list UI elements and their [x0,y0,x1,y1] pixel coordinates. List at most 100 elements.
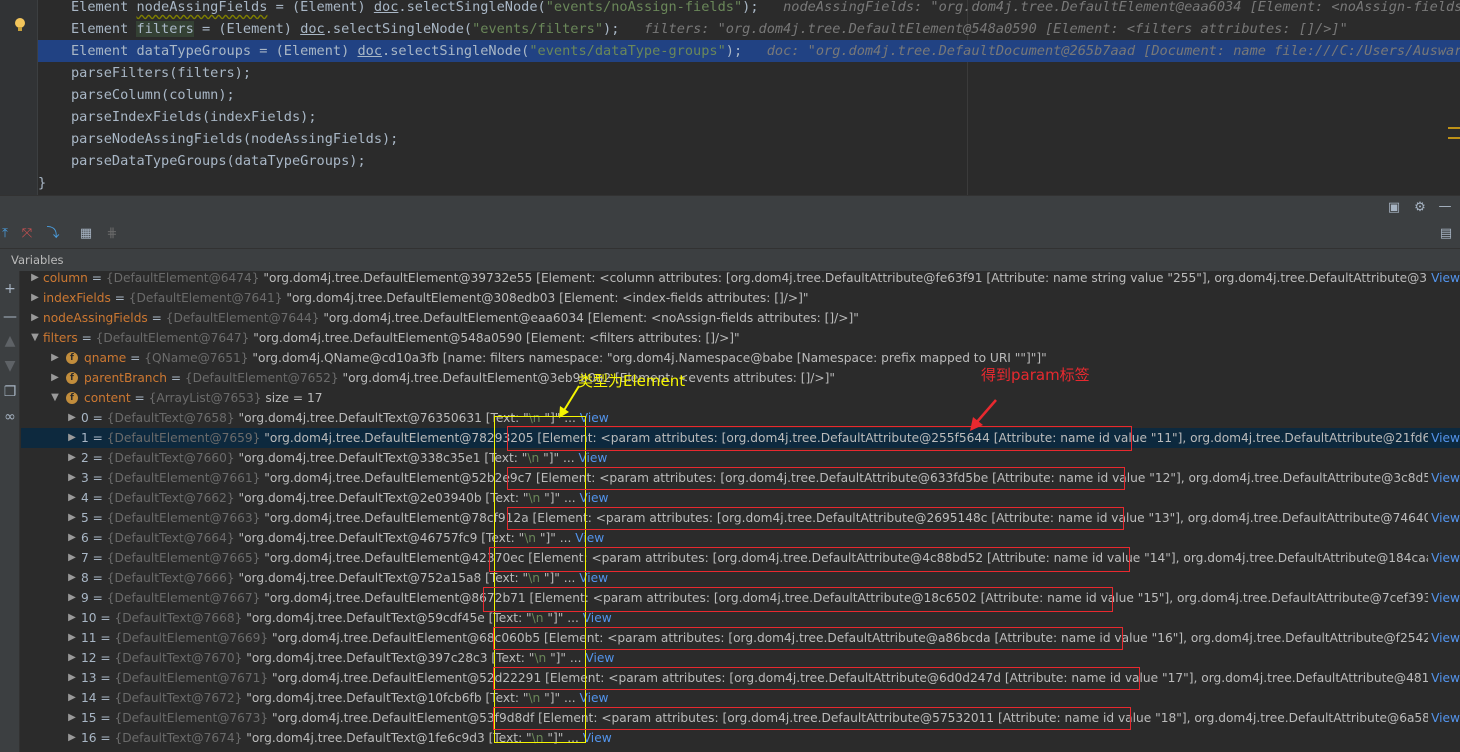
copy-icon[interactable]: ❐ [2,384,18,400]
expand-arrow-icon[interactable]: ▶ [66,408,78,428]
code-line-9[interactable]: } [38,172,1460,194]
red-box-param-18 [493,707,1131,730]
variable-type: {QName@7651} [144,351,249,365]
variable-name: nodeAssingFields [43,311,148,325]
collapse-arrow-icon[interactable]: ▼ [29,328,41,348]
variable-row[interactable]: ▶ column = {DefaultElement@6474} "org.dom… [21,271,1460,288]
move-down-icon[interactable]: ▼ [2,358,18,374]
array-item-row[interactable]: ▶ 4 = {DefaultText@7662} "org.dom4j.tree.… [21,488,1460,508]
variable-type: {DefaultElement@7673} [114,711,269,725]
expand-arrow-icon[interactable]: ▶ [66,708,78,728]
array-item-row[interactable]: ▶ 6 = {DefaultText@7664} "org.dom4j.tree.… [21,528,1460,548]
expand-arrow-icon[interactable]: ▶ [29,271,41,288]
view-link[interactable]: View [1428,708,1460,728]
equals-sign: = [126,351,145,365]
view-link[interactable]: View [1428,468,1460,488]
code-line-7[interactable]: parseNodeAssingFields(nodeAssingFields); [38,128,1460,150]
expand-arrow-icon[interactable]: ▶ [66,428,78,448]
minimize-icon[interactable]: — [1437,199,1453,215]
code-editor[interactable]: Element nodeAssingFields = (Element) doc… [0,0,1460,195]
expand-arrow-icon[interactable]: ▶ [66,688,78,708]
glasses-icon[interactable]: ∞ [2,409,18,425]
scrollbar-marker[interactable] [1448,137,1460,139]
layout-icon[interactable]: ▣ [1386,200,1402,216]
expand-arrow-icon[interactable]: ▶ [66,528,78,548]
equals-sign: = [77,331,96,345]
run-to-cursor-icon[interactable]: ⤵ [45,226,61,242]
view-link[interactable]: View [1428,588,1460,608]
view-link[interactable]: View [585,651,614,665]
array-item-row[interactable]: ▶ 12 = {DefaultText@7670} "org.dom4j.tree… [21,648,1460,668]
view-link[interactable]: View [1428,508,1460,528]
code-line-5[interactable]: parseColumn(column); [38,84,1460,106]
expand-arrow-icon[interactable]: ▶ [29,288,41,308]
inline-value-hint: filters: "org.dom4j.tree.DefaultElement@… [643,21,1348,37]
view-link[interactable]: View [583,611,612,625]
expand-arrow-icon[interactable]: ▶ [49,368,61,388]
variable-row[interactable]: ▼ filters = {DefaultElement@7647} "org.do… [21,328,1460,348]
variable-value: "org.dom4j.tree.DefaultElement@eaa6034 [… [319,311,859,325]
expand-arrow-icon[interactable]: ▶ [66,668,78,688]
variable-value: "org.dom4j.QName@cd10a3fb [name: filters… [248,351,1047,365]
expand-arrow-icon[interactable]: ▶ [66,508,78,528]
expand-arrow-icon[interactable]: ▶ [66,568,78,588]
expand-arrow-icon[interactable]: ▶ [66,648,78,668]
equals-sign: = [88,411,107,425]
expand-arrow-icon[interactable]: ▶ [66,608,78,628]
view-link[interactable]: View [1428,628,1460,648]
expand-arrow-icon[interactable]: ▶ [66,448,78,468]
variable-row[interactable]: ▶ f parentBranch = {DefaultElement@7652} "… [21,368,1460,388]
variable-text: column = {DefaultElement@6474} "org.dom4… [43,271,1460,288]
variable-type: {DefaultText@7666} [106,571,235,585]
view-link[interactable]: View [1428,548,1460,568]
expand-arrow-icon[interactable]: ▶ [49,348,61,368]
red-box-param-14 [489,547,1130,572]
variable-row[interactable]: ▶ nodeAssingFields = {DefaultElement@7644… [21,308,1460,328]
variable-row[interactable]: ▶ f qname = {QName@7651} "org.dom4j.QName@… [21,348,1460,368]
code-keyword: Element [71,21,137,37]
view-link[interactable]: View [1428,668,1460,688]
variable-type: {ArrayList@7653} [148,391,262,405]
drop-frame-icon[interactable]: ⤧ [19,226,35,242]
expand-arrow-icon[interactable]: ▶ [66,468,78,488]
step-out-icon[interactable]: ⤒ [0,226,13,242]
collapse-arrow-icon[interactable]: ▼ [49,388,61,408]
code-line-2[interactable]: Element filters = (Element) doc.selectSi… [38,18,1460,40]
remove-icon[interactable]: — [2,309,18,325]
evaluate-icon[interactable]: ▦ [78,226,94,242]
array-item-row[interactable]: ▶ 14 = {DefaultText@7672} "org.dom4j.tree… [21,688,1460,708]
expand-arrow-icon[interactable]: ▶ [66,488,78,508]
variable-name: filters [43,331,78,345]
code-line-6[interactable]: parseIndexFields(indexFields); [38,106,1460,128]
expand-arrow-icon[interactable]: ▶ [66,548,78,568]
expand-arrow-icon[interactable]: ▶ [29,308,41,328]
expand-arrow-icon[interactable]: ▶ [66,728,78,748]
gear-icon[interactable]: ⚙ [1412,200,1428,216]
code-line-4[interactable]: parseFilters(filters); [38,62,1460,84]
add-watch-icon[interactable]: + [2,281,18,297]
variable-row[interactable]: ▼ f content = {ArrayList@7653} size = 17 [21,388,1460,408]
scrollbar-marker[interactable] [1448,127,1460,129]
expand-arrow-icon[interactable]: ▶ [66,588,78,608]
variable-text: content = {ArrayList@7653} size = 17 [84,388,322,408]
array-item-row[interactable]: ▶ 0 = {DefaultText@7658} "org.dom4j.tree.… [21,408,1460,428]
code-line-current[interactable]: Element dataTypeGroups = (Element) doc.s… [38,40,1460,62]
code-line-8[interactable]: parseDataTypeGroups(dataTypeGroups); [38,150,1460,172]
restore-layout-icon[interactable]: ▤ [1438,226,1454,242]
expand-arrow-icon[interactable]: ▶ [66,628,78,648]
array-item-row[interactable]: ▶ 16 = {DefaultText@7674} "org.dom4j.tree… [21,728,1460,748]
lightbulb-icon[interactable] [15,18,25,32]
array-item-row[interactable]: ▶ 2 = {DefaultText@7660} "org.dom4j.tree.… [21,448,1460,468]
view-link[interactable]: View [1428,428,1460,448]
variable-row[interactable]: ▶ indexFields = {DefaultElement@7641} "or… [21,288,1460,308]
variable-type: {DefaultElement@7644} [165,311,320,325]
move-up-icon[interactable]: ▲ [2,333,18,349]
yellow-highlight-box [494,416,586,743]
code-line-1[interactable]: Element nodeAssingFields = (Element) doc… [38,0,1460,18]
view-link[interactable]: View [583,731,612,745]
trace-icon[interactable]: ⋕ [104,226,120,242]
code-string: "events/filters" [472,21,604,37]
variable-name: 7 [81,551,89,565]
variable-name: 4 [81,491,89,505]
view-link[interactable]: View [1428,271,1460,288]
